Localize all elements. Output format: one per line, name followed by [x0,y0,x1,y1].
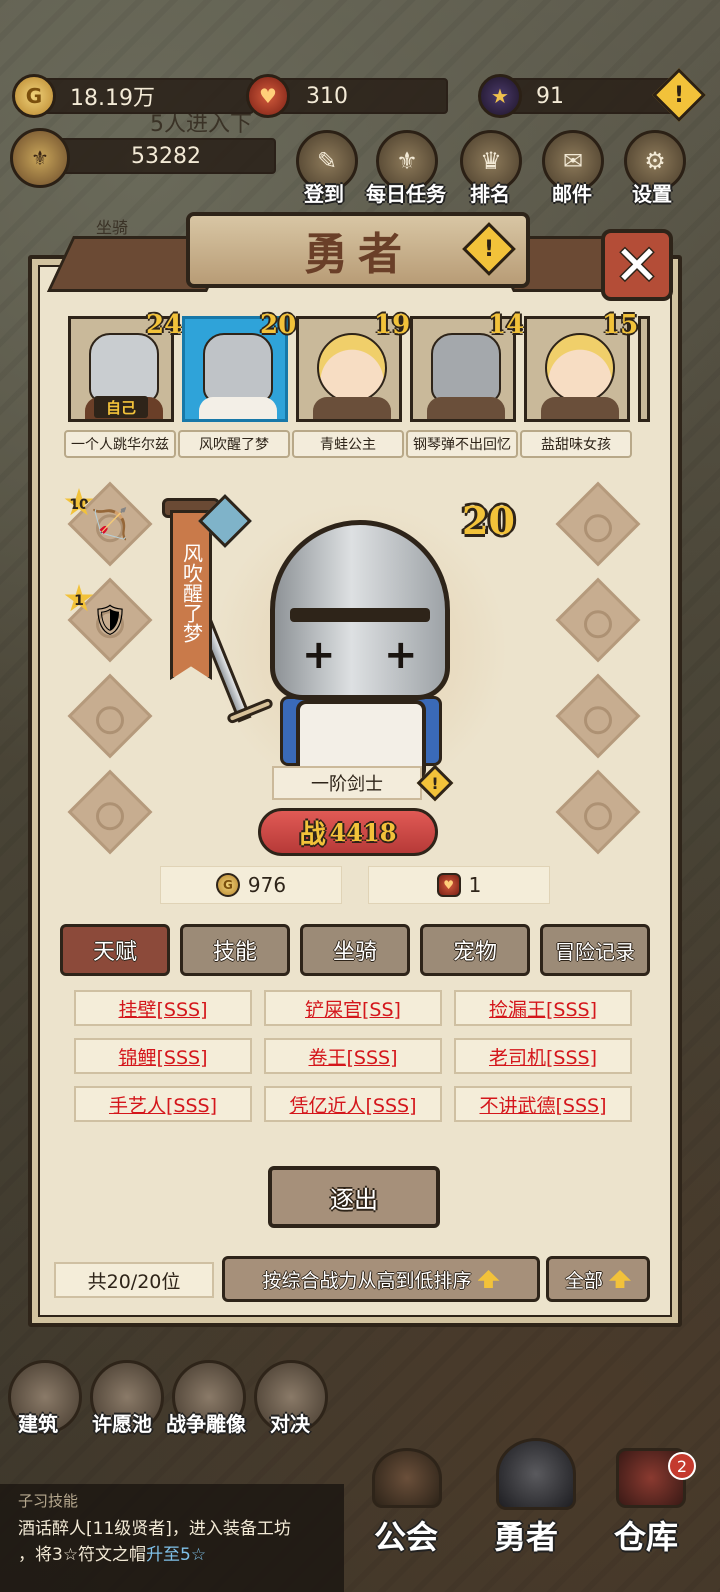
gold-cost-value: 976 [247,873,287,897]
armor-icon: 🛡 [90,602,130,638]
helmet-cross-left: + [302,632,336,678]
tab-pet[interactable]: 宠物 [420,924,530,976]
hero-name-1[interactable]: 风吹醒了梦 [178,430,290,458]
talent-1[interactable]: 铲屎官[SS] [264,990,442,1026]
hero-level-3: 14 [488,310,525,340]
star-rune-icon: ★ [478,74,522,118]
nav-guild[interactable]: 公会 [374,1512,438,1558]
hero-level-0: 24 [146,310,183,340]
panel-title: 勇者 [304,229,412,280]
hero-name-4[interactable]: 盐甜味女孩 [520,430,632,458]
hero-body [541,397,619,419]
nav-wish-pool[interactable]: 许愿池 [92,1408,152,1437]
hero-name-2[interactable]: 青蛙公主 [292,430,404,458]
sort-label: 按综合战力从高到低排序 [262,1269,472,1292]
self-tag: 自己 [94,396,148,418]
skill-hint-title: 子习技能 [18,1492,79,1510]
nav-checkin[interactable]: 登到 [304,178,344,207]
nav-building[interactable]: 建筑 [18,1408,58,1437]
total-power-value: 53282 [131,143,201,169]
hero-level-4: 15 [602,310,639,340]
banner-name: 风吹醒了梦 [179,543,204,643]
hero-card-partial[interactable] [638,316,650,422]
nav-hero[interactable]: 勇者 [494,1512,558,1558]
viking-avatar [89,333,159,403]
gem-shield-icon: ♥ [246,74,290,118]
talent-5[interactable]: 老司机[SSS] [454,1038,632,1074]
nav-duel[interactable]: 对决 [270,1408,310,1437]
princess-avatar [317,333,387,403]
gem-bar: 310 [268,78,448,114]
knight-avatar [203,333,273,403]
gem-cost-value: 1 [468,873,482,897]
guild-icon[interactable] [372,1448,442,1508]
power-plate: 战 4418 [258,808,438,856]
skill-hint-line1: 酒话醉人[11级贤者]，进入装备工坊 [18,1519,291,1539]
power-label: 战 [299,819,326,850]
arrow-up-icon [477,1270,500,1288]
hero-level-1: 20 [260,310,297,340]
nav-mail[interactable]: 邮件 [552,178,592,207]
gold-coin-icon: G [12,74,56,118]
nav-daily-task[interactable]: 每日任务 [366,178,446,207]
guild-crest-icon[interactable]: ⚜ [10,128,70,188]
nav-war-statue[interactable]: 战争雕像 [166,1408,246,1437]
hero-body [199,397,277,419]
expel-button[interactable]: 逐出 [268,1166,440,1228]
background-side-text: 坐骑 [96,218,129,237]
tab-adventure-log[interactable]: 冒险记录 [540,924,650,976]
helmet-visor [290,608,430,622]
tab-skill[interactable]: 技能 [180,924,290,976]
gem-cost: ♥ 1 [368,866,550,904]
hero-body [313,397,391,419]
nav-warehouse[interactable]: 仓库 [614,1512,678,1558]
talent-4[interactable]: 卷王[SSS] [264,1038,442,1074]
gem-icon: ♥ [436,873,461,897]
gem-value: 310 [306,83,348,109]
crossbow-icon: 🏹 [91,506,129,542]
girl-avatar [545,333,615,403]
talent-6[interactable]: 手艺人[SSS] [74,1086,252,1122]
arrow-up-icon [609,1270,631,1288]
helmet-cross-right: + [384,632,418,678]
talent-2[interactable]: 捡漏王[SSS] [454,990,632,1026]
close-button[interactable]: ✕ [601,229,673,301]
gold-value: 18.19万 [70,86,155,111]
hero-class: 一阶剑士 [272,766,422,800]
selected-level: 20 [462,498,515,543]
hero-name-3[interactable]: 钢琴弹不出回忆 [406,430,518,458]
hero-count: 共20/20位 [54,1262,214,1298]
filter-button[interactable]: 全部 [546,1256,650,1302]
sort-button[interactable]: 按综合战力从高到低排序 [222,1256,540,1302]
filter-label: 全部 [564,1269,603,1292]
armored-avatar [431,333,501,403]
talent-0[interactable]: 挂壁[SSS] [74,990,252,1026]
total-power-bar: 53282 [36,138,276,174]
hero-name-banner: 风吹醒了梦 [170,510,212,680]
hero-helmet-icon[interactable] [496,1438,576,1510]
star-value: 91 [536,83,564,109]
talent-3[interactable]: 锦鲤[SSS] [74,1038,252,1074]
skill-hint-line2: ，将3☆符文之帽升至5☆ [18,1545,207,1565]
warehouse-badge: 2 [668,1452,696,1480]
talent-7[interactable]: 凭亿近人[SSS] [264,1086,442,1122]
hero-level-2: 19 [374,310,411,340]
nav-settings[interactable]: 设置 [632,178,672,207]
nav-rank[interactable]: 排名 [470,178,510,207]
power-value: 4418 [329,817,397,847]
talent-8[interactable]: 不讲武德[SSS] [454,1086,632,1122]
hero-body [427,397,505,419]
gold-bar: 18.19万 [36,78,254,114]
tab-mount[interactable]: 坐骑 [300,924,410,976]
tab-talent[interactable]: 天赋 [60,924,170,976]
gold-cost: G 976 [160,866,342,904]
coin-icon: G [215,873,240,897]
hero-name-0[interactable]: 一个人跳华尔兹 [64,430,176,458]
